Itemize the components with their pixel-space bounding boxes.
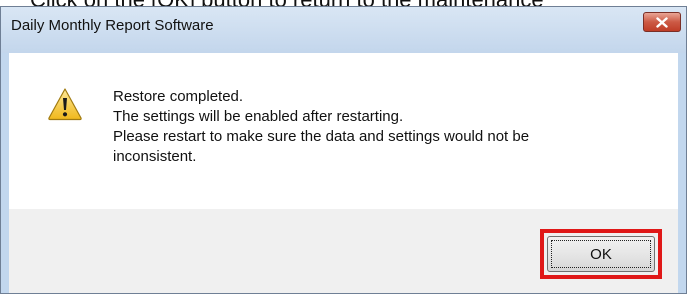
message-line: Restore completed. [113, 88, 244, 105]
message-line: inconsistent. [113, 148, 197, 165]
dialog-window: Daily Monthly Report Software Restore co… [0, 6, 687, 294]
close-icon [656, 16, 668, 28]
dialog-title: Daily Monthly Report Software [11, 17, 214, 34]
warning-icon [48, 88, 82, 121]
focus-rectangle [551, 240, 651, 268]
dialog-content: Restore completed. The settings will be … [9, 53, 678, 209]
close-button[interactable] [643, 12, 681, 32]
message-line: Please restart to make sure the data and… [113, 128, 530, 145]
dialog-titlebar: Daily Monthly Report Software [1, 7, 686, 53]
message-line: The settings will be enabled after resta… [113, 108, 404, 125]
dialog-message: Restore completed. The settings will be … [113, 87, 529, 167]
ok-button[interactable]: OK [547, 236, 655, 272]
dialog-footer: OK [9, 209, 678, 293]
